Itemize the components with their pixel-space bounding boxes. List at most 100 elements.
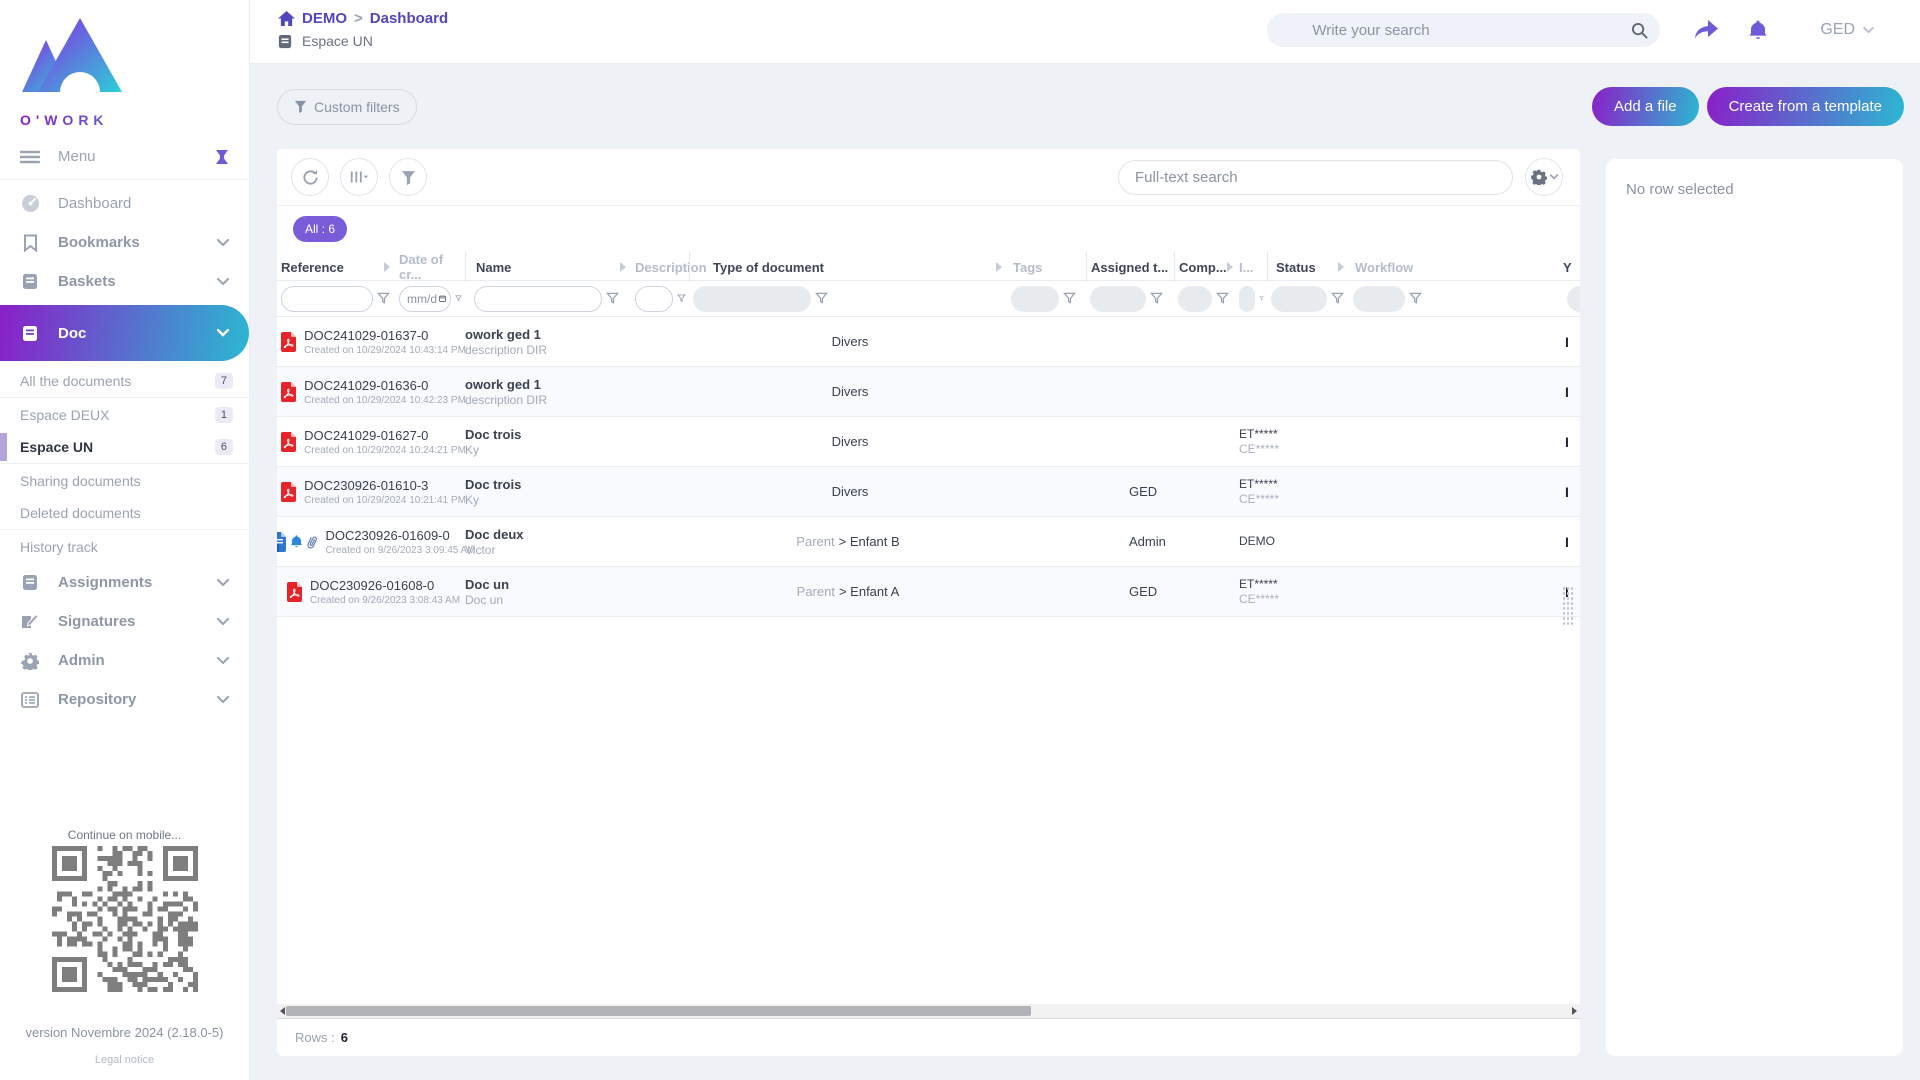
- assigned-cell: [1086, 317, 1174, 366]
- fulltext-search[interactable]: [1118, 160, 1513, 195]
- table-row[interactable]: DOC230926-01610-3 Created on 10/29/2024 …: [277, 467, 1580, 517]
- column-header-name[interactable]: Name: [465, 252, 631, 282]
- funnel-icon[interactable]: [1409, 292, 1422, 305]
- name-filter-input[interactable]: [474, 286, 602, 312]
- custom-filters-button[interactable]: Custom filters: [277, 89, 417, 125]
- pin-icon[interactable]: [215, 149, 229, 165]
- document-subtitle: Victor: [465, 543, 689, 557]
- add-file-button[interactable]: Add a file: [1592, 87, 1699, 126]
- table-settings-button[interactable]: [1525, 158, 1563, 196]
- sidebar-item-history-track[interactable]: History track: [0, 530, 249, 563]
- expand-arrow-icon[interactable]: [620, 262, 626, 272]
- create-template-button[interactable]: Create from a template: [1707, 87, 1904, 126]
- user-menu[interactable]: GED: [1820, 21, 1874, 39]
- sidebar-item-deleted-documents[interactable]: Deleted documents: [0, 497, 249, 530]
- column-header-workflow[interactable]: Workflow: [1349, 252, 1479, 282]
- sidebar-item-sharing-documents[interactable]: Sharing documents: [0, 464, 249, 497]
- column-header-reference[interactable]: Reference: [277, 252, 395, 282]
- panel-resize-handle[interactable]: [1562, 586, 1574, 626]
- sidebar-item-espace-deux[interactable]: Espace DEUX 1: [0, 398, 249, 431]
- doc-submenu: All the documents 7 Espace DEUX 1 Espace…: [0, 365, 249, 563]
- table-row[interactable]: DOC230926-01608-0 Created on 9/26/2023 3…: [277, 567, 1580, 617]
- table-toolbar: [277, 149, 1580, 205]
- y-filter-input: [1567, 286, 1580, 312]
- column-header-assigned[interactable]: Assigned t...: [1086, 252, 1174, 282]
- funnel-icon[interactable]: [815, 292, 828, 305]
- expand-arrow-icon[interactable]: [384, 262, 390, 272]
- count-badge: 6: [215, 439, 233, 455]
- columns-button[interactable]: [340, 158, 378, 196]
- column-header-i[interactable]: I...: [1235, 252, 1267, 282]
- notifications-button[interactable]: [1748, 19, 1768, 41]
- sidebar-item-bookmarks[interactable]: Bookmarks: [0, 223, 249, 262]
- document-created-date: Created on 10/29/2024 10:43:14 PM: [304, 345, 466, 356]
- pdf-icon: [280, 382, 297, 402]
- home-icon[interactable]: [278, 11, 295, 26]
- table-row[interactable]: w DOC230926-01609-0 Created on 9/26/2023…: [277, 517, 1580, 567]
- table-footer: Rows : 6: [277, 1018, 1580, 1056]
- global-search[interactable]: [1267, 13, 1660, 47]
- column-header-type[interactable]: Type of document: [689, 252, 1007, 282]
- date-filter-input[interactable]: mm/d: [399, 286, 451, 312]
- reference-cell: DOC230926-01608-0 Created on 9/26/2023 3…: [277, 567, 465, 616]
- funnel-icon[interactable]: [1331, 292, 1344, 305]
- reference-filter-input[interactable]: [281, 286, 373, 312]
- column-header-tags[interactable]: Tags: [1007, 252, 1086, 282]
- funnel-icon[interactable]: [677, 292, 686, 305]
- funnel-icon[interactable]: [377, 292, 390, 305]
- column-header-date[interactable]: Date of cr...: [395, 252, 465, 282]
- breadcrumb-current[interactable]: Dashboard: [370, 10, 448, 27]
- legal-notice-link[interactable]: Legal notice: [0, 1054, 249, 1066]
- expand-arrow-icon[interactable]: [996, 262, 1002, 272]
- table-row[interactable]: DOC241029-01636-0 Created on 10/29/2024 …: [277, 367, 1580, 417]
- sidebar-item-assignments[interactable]: Assignments: [0, 563, 249, 602]
- sidebar-item-doc[interactable]: Doc: [0, 305, 249, 361]
- expand-arrow-icon[interactable]: [1227, 262, 1233, 272]
- scroll-left-arrow[interactable]: [280, 1007, 285, 1015]
- document-name: Doc trois: [465, 477, 689, 492]
- menu-toggle[interactable]: Menu: [0, 134, 249, 180]
- filter-company: [1174, 281, 1235, 316]
- expand-arrow-icon[interactable]: [1338, 262, 1344, 272]
- assigned-cell: GED: [1086, 467, 1174, 516]
- funnel-icon[interactable]: [1150, 292, 1163, 305]
- word-doc-icon: w: [277, 532, 287, 552]
- sidebar-item-espace-un[interactable]: Espace UN 6: [0, 431, 249, 464]
- sidebar-item-dashboard[interactable]: Dashboard: [0, 184, 249, 223]
- column-header-status[interactable]: Status: [1267, 252, 1349, 282]
- sidebar-item-all-documents[interactable]: All the documents 7: [0, 365, 249, 398]
- table-row[interactable]: DOC241029-01627-0 Created on 10/29/2024 …: [277, 417, 1580, 467]
- clipped-column-fragment: I: [1479, 367, 1580, 416]
- refresh-button[interactable]: [291, 158, 329, 196]
- content-row: All : 6 Reference Date of cr... Name Des…: [250, 149, 1920, 1080]
- search-icon[interactable]: [1631, 22, 1648, 39]
- fulltext-search-input[interactable]: [1135, 169, 1496, 186]
- app-logo: O'WORK: [0, 0, 249, 134]
- breadcrumb-root[interactable]: DEMO: [302, 10, 347, 27]
- column-header-description[interactable]: Description: [631, 252, 689, 282]
- table-row[interactable]: DOC241029-01637-0 Created on 10/29/2024 …: [277, 317, 1580, 367]
- filter-status: [1267, 281, 1349, 316]
- funnel-icon[interactable]: [1259, 292, 1264, 305]
- column-header-company[interactable]: Comp...: [1174, 252, 1235, 282]
- share-button[interactable]: [1694, 20, 1718, 41]
- sidebar-item-repository[interactable]: Repository: [0, 680, 249, 719]
- filter-button[interactable]: [389, 158, 427, 196]
- funnel-icon[interactable]: [1216, 292, 1229, 305]
- funnel-icon[interactable]: [455, 292, 462, 305]
- user-menu-label: GED: [1820, 21, 1855, 39]
- sidebar-item-baskets[interactable]: Baskets: [0, 262, 249, 301]
- table-empty-space: [277, 617, 1580, 1004]
- funnel-icon[interactable]: [606, 292, 619, 305]
- global-search-input[interactable]: [1312, 22, 1631, 39]
- scroll-right-arrow[interactable]: [1572, 1007, 1577, 1015]
- sidebar-item-admin[interactable]: Admin: [0, 641, 249, 680]
- funnel-icon[interactable]: [1063, 292, 1076, 305]
- calendar-icon[interactable]: [439, 293, 446, 304]
- column-header-y[interactable]: Y: [1479, 252, 1580, 282]
- sidebar-item-signatures[interactable]: Signatures: [0, 602, 249, 641]
- scrollbar-thumb[interactable]: [286, 1006, 1031, 1016]
- description-filter-input[interactable]: [635, 286, 673, 312]
- all-count-badge[interactable]: All : 6: [293, 216, 347, 242]
- horizontal-scrollbar[interactable]: [277, 1004, 1580, 1018]
